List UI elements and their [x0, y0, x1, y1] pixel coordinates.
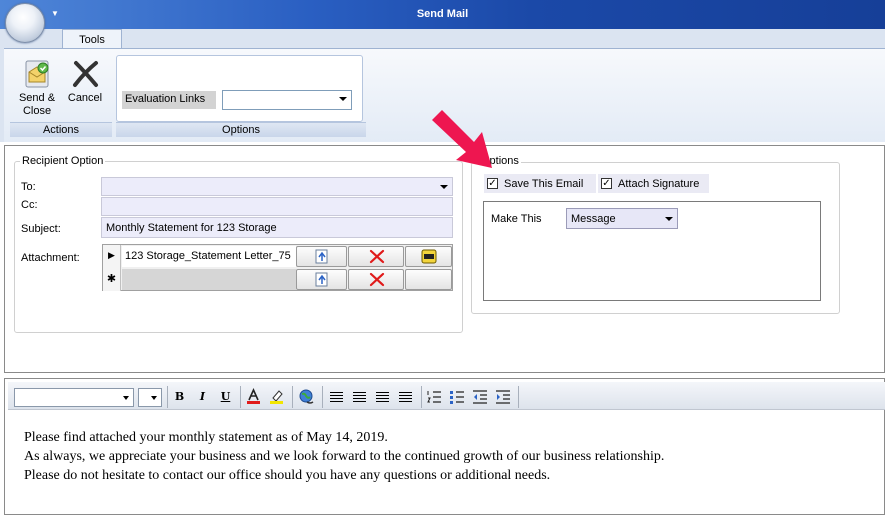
pdf-button[interactable] — [405, 246, 452, 267]
remove-attachment-button[interactable] — [348, 246, 404, 267]
upload-icon — [315, 272, 328, 287]
chevron-down-icon — [665, 217, 673, 221]
attachment-grid: ▶ 123 Storage_Statement Letter_75 ✱ — [102, 244, 453, 291]
align-right-button[interactable] — [373, 388, 392, 406]
to-label: To: — [21, 181, 36, 193]
attachment-new-row: ✱ — [103, 268, 452, 291]
subject-field[interactable]: Monthly Statement for 123 Storage — [101, 217, 453, 238]
outdent-icon — [473, 390, 487, 404]
title-bar: Send Mail — [0, 0, 885, 29]
align-center-button[interactable] — [350, 388, 369, 406]
to-combo[interactable] — [101, 177, 453, 196]
empty-grid-button[interactable] — [405, 269, 452, 290]
group-label-actions: Actions — [10, 122, 112, 137]
toolbar-separator — [167, 386, 168, 408]
align-center-icon — [353, 392, 366, 402]
bullet-list-button[interactable] — [448, 388, 467, 406]
indent-button[interactable] — [494, 388, 513, 406]
attachment-name[interactable] — [122, 269, 296, 290]
align-left-icon — [330, 392, 343, 402]
bullet-list-icon — [450, 391, 464, 404]
chevron-down-icon — [440, 185, 448, 189]
globe-link-icon — [299, 389, 314, 404]
cancel-label: Cancel — [67, 92, 103, 104]
quick-access-dropdown-icon[interactable]: ▼ — [51, 9, 59, 18]
attachment-label: Attachment: — [21, 252, 80, 264]
delete-x-icon — [369, 249, 385, 264]
new-row-asterisk-icon[interactable]: ✱ — [103, 268, 121, 291]
evaluation-links-select[interactable] — [222, 90, 352, 110]
font-color-icon — [247, 388, 260, 404]
underline-button[interactable]: U — [216, 388, 235, 406]
font-color-button[interactable] — [244, 388, 263, 406]
justify-button[interactable] — [396, 388, 415, 406]
make-this-select[interactable]: Message — [566, 208, 678, 229]
cc-label: Cc: — [21, 199, 38, 211]
font-name-combo[interactable] — [14, 388, 134, 407]
toolbar-separator — [518, 386, 519, 408]
align-left-button[interactable] — [327, 388, 346, 406]
send-mail-icon — [21, 58, 53, 90]
checkmark-icon: ✓ — [487, 178, 498, 189]
insert-link-button[interactable] — [297, 388, 316, 406]
body-line: As always, we appreciate your business a… — [24, 449, 665, 464]
make-this-label: Make This — [491, 213, 542, 225]
cancel-x-icon — [69, 58, 101, 90]
chevron-down-icon — [123, 396, 129, 400]
message-body[interactable]: Please find attached your monthly statem… — [24, 428, 664, 485]
recipient-option-legend: Recipient Option — [20, 155, 106, 167]
tab-tools[interactable]: Tools — [62, 29, 122, 49]
font-size-combo[interactable] — [138, 388, 162, 407]
outdent-button[interactable] — [471, 388, 490, 406]
upload-attachment-button[interactable] — [296, 269, 347, 290]
indent-icon — [496, 390, 510, 404]
cancel-button[interactable]: Cancel — [62, 58, 108, 122]
pointer-arrow-icon — [432, 110, 492, 168]
toolbar-separator — [421, 386, 422, 408]
evaluation-links-label: Evaluation Links — [122, 91, 216, 109]
attachment-name[interactable]: 123 Storage_Statement Letter_75 — [122, 246, 296, 267]
attach-signature-label: Attach Signature — [618, 177, 700, 190]
pdf-icon — [421, 249, 437, 264]
toolbar-separator — [322, 386, 323, 408]
attachment-row: ▶ 123 Storage_Statement Letter_75 — [103, 245, 452, 268]
body-line: Please find attached your monthly statem… — [24, 430, 388, 445]
upload-attachment-button[interactable] — [296, 246, 347, 267]
checkmark-icon: ✓ — [601, 178, 612, 189]
options-group — [116, 55, 363, 122]
toolbar-separator — [292, 386, 293, 408]
group-label-options: Options — [116, 122, 366, 137]
align-right-icon — [376, 392, 389, 402]
window-title: Send Mail — [416, 8, 469, 20]
save-email-label: Save This Email — [504, 177, 584, 190]
delete-x-icon — [369, 272, 385, 287]
body-line: Please do not hesitate to contact our of… — [24, 468, 551, 483]
send-close-label-line1: Send & — [18, 92, 56, 104]
highlighter-icon — [270, 390, 283, 404]
row-selector-icon[interactable]: ▶ — [103, 245, 121, 268]
chevron-down-icon — [151, 396, 157, 400]
justify-icon — [399, 392, 412, 402]
toolbar-separator — [240, 386, 241, 408]
save-email-checkbox[interactable]: ✓ Save This Email — [484, 174, 596, 193]
bold-button[interactable]: B — [170, 388, 189, 406]
cc-field[interactable] — [101, 197, 453, 216]
numbered-list-button[interactable] — [425, 388, 444, 406]
chevron-down-icon — [339, 97, 347, 101]
send-close-button[interactable]: Send & Close — [14, 58, 60, 122]
italic-button[interactable]: I — [193, 388, 212, 406]
application-orb-button[interactable] — [5, 3, 45, 43]
remove-attachment-button[interactable] — [348, 269, 404, 290]
numbered-list-icon — [427, 391, 441, 403]
make-this-value: Message — [571, 213, 616, 225]
send-close-label-line2: Close — [22, 105, 52, 117]
upload-icon — [315, 249, 328, 264]
subject-label: Subject: — [21, 223, 61, 235]
attach-signature-checkbox[interactable]: ✓ Attach Signature — [598, 174, 709, 193]
highlight-button[interactable] — [267, 388, 286, 406]
